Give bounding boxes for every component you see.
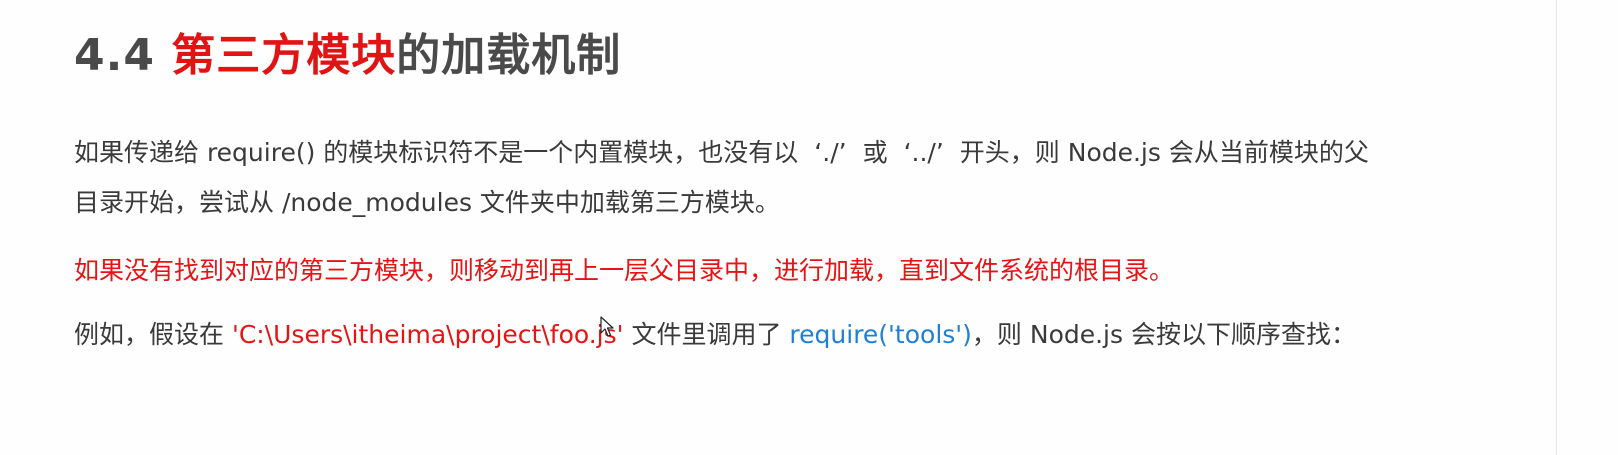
example-require-call: require('tools') <box>789 320 972 349</box>
relative-path-quote-2: ‘../’ <box>903 138 944 167</box>
example-middle: 文件里调用了 <box>623 320 790 349</box>
example-file-path: 'C:\Users\itheima\project\foo.js' <box>231 320 624 349</box>
title-highlight: 第三方模块 <box>171 30 397 81</box>
paragraph-example: 例如，假设在 'C:\Users\itheima\project\foo.js'… <box>74 310 1356 360</box>
slide: 4.4 第三方模块的加载机制 如果传递给 require() 的模块标识符不是一… <box>0 0 1618 455</box>
relative-path-quote-1: ‘./’ <box>814 138 847 167</box>
example-prefix: 例如，假设在 <box>74 320 232 349</box>
title-number: 4.4 <box>74 30 155 81</box>
title-rest: 的加载机制 <box>396 30 622 81</box>
paragraph-fallback-rule: 如果没有找到对应的第三方模块，则移动到再上一层父目录中，进行加载，直到文件系统的… <box>74 256 1175 285</box>
paragraph-line: 如果传递给 require() 的模块标识符不是一个内置模块，也没有以 ‘./’ 或… <box>74 128 1369 178</box>
example-suffix: ，则 Node.js 会按以下顺序查找： <box>971 320 1356 349</box>
slide-edge-divider <box>1556 0 1557 455</box>
paragraph1-line2: 目录开始，尝试从 /node_modules 文件夹中加载第三方模块。 <box>74 188 780 217</box>
mouse-pointer-icon <box>600 316 614 337</box>
paragraph-module-resolution: 如果传递给 require() 的模块标识符不是一个内置模块，也没有以 ‘./’ 或… <box>74 128 1369 228</box>
paragraph1-line1-or: 或 <box>862 138 888 167</box>
paragraph1-line1-part-c: 开头，则 Node.js 会从当前模块的父 <box>959 138 1369 167</box>
paragraph1-line1-part-a: 如果传递给 require() 的模块标识符不是一个内置模块，也没有以 <box>74 138 799 167</box>
slide-title: 4.4 第三方模块的加载机制 <box>74 28 621 84</box>
